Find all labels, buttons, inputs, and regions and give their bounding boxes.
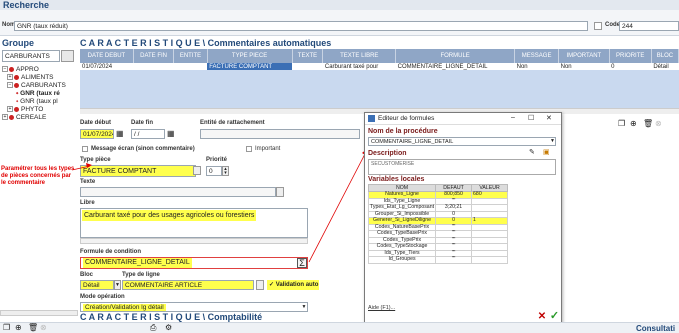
dialog-description-textarea[interactable]: SECUSTOMERISE bbox=[368, 159, 556, 175]
settings-icon[interactable]: ⚙ bbox=[165, 324, 172, 332]
dialog-titlebar: Editeur de formules – ☐ ✕ bbox=[365, 113, 561, 125]
dialog-variables-label: Variables locales bbox=[368, 176, 425, 183]
print-icon[interactable]: ⎙ bbox=[150, 324, 156, 332]
consultation-label: Consultati bbox=[636, 324, 676, 333]
compat-title: C A R A C T E R I S T I Q U E \ Comptabi… bbox=[80, 312, 263, 322]
delete-icon[interactable]: 🗑 bbox=[28, 324, 38, 332]
dialog-app-icon bbox=[368, 115, 375, 122]
dialog-description-text: SECUSTOMERISE bbox=[371, 161, 415, 167]
annotation-arrows bbox=[71, 148, 368, 263]
variable-nom-cell: Id_Groupes bbox=[367, 256, 437, 264]
arrow-head bbox=[86, 163, 92, 168]
arrow-line bbox=[308, 151, 367, 263]
formula-editor-dialog: Editeur de formules – ☐ ✕ Nom de la proc… bbox=[364, 112, 562, 327]
close-icon[interactable]: ✕ bbox=[546, 114, 552, 122]
variable-row[interactable]: Id_Groupes "" bbox=[367, 256, 508, 264]
aide-link[interactable]: Aide (F1)... bbox=[368, 305, 395, 311]
bottom-toolbar bbox=[0, 322, 679, 333]
copy-icon[interactable]: ❐ bbox=[3, 324, 10, 332]
dialog-nom-label: Nom de la procédure bbox=[368, 128, 438, 135]
book-icon[interactable]: ▣ bbox=[543, 149, 550, 157]
bottom-scrollbar[interactable] bbox=[0, 310, 78, 316]
dialog-nom-select[interactable]: COMMENTAIRE_LIGNE_DETAIL bbox=[368, 137, 556, 146]
cancel-icon[interactable]: ⊗ bbox=[40, 324, 47, 332]
minimize-icon[interactable]: – bbox=[511, 114, 515, 121]
chevron-down-icon[interactable]: ▼ bbox=[550, 138, 555, 144]
add-icon[interactable]: ⊕ bbox=[15, 324, 22, 332]
maximize-icon[interactable]: ☐ bbox=[528, 114, 534, 122]
edit-icon[interactable]: ✎ bbox=[529, 149, 535, 157]
variables-table: NOM DEFAUT VALEUR Natures_Ligne 800;850 680 I… bbox=[367, 184, 508, 264]
dialog-description-label: Description bbox=[368, 150, 407, 157]
variable-defaut-cell: "" bbox=[435, 256, 473, 264]
variable-valeur-cell[interactable] bbox=[471, 256, 508, 264]
dialog-title: Editeur de formules bbox=[378, 115, 435, 122]
